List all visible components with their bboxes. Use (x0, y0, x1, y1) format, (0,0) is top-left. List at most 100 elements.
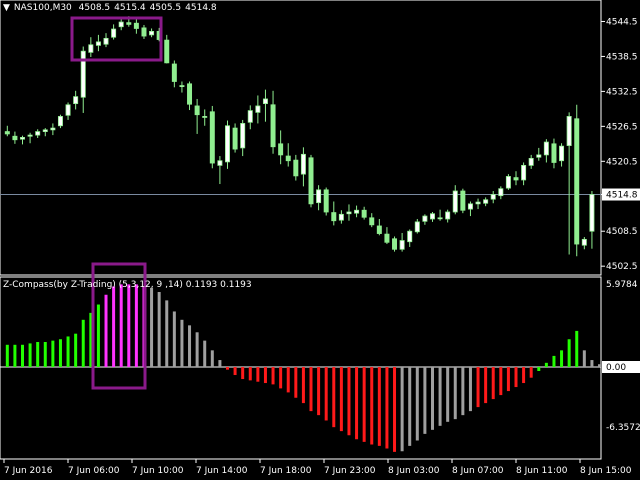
candle-body (300, 153, 306, 175)
candle-body (4, 131, 10, 135)
candle-body (95, 41, 101, 46)
time-tick-label: 7 Jun 10:00 (132, 466, 184, 476)
candle-body (179, 85, 185, 87)
candle-body (361, 209, 367, 218)
candle-body (551, 143, 557, 163)
candle-body (559, 145, 565, 162)
indicator-tick-label: -6.3572 (606, 423, 640, 433)
candle-body (240, 123, 246, 149)
candle-body (414, 221, 420, 233)
candle-body (369, 217, 375, 226)
candle-body (460, 190, 466, 211)
candle-body (521, 164, 527, 181)
candle-body (217, 160, 223, 166)
time-tick-label: 8 Jun 07:00 (452, 466, 504, 476)
candle-body (232, 127, 238, 150)
candle-body (399, 240, 405, 250)
candle-body (80, 50, 86, 98)
candle-body (27, 134, 33, 137)
candle-body (65, 104, 71, 116)
indicator-axis[interactable]: 5.9784 0.00 -6.3572 (602, 280, 640, 433)
price-tick-label: 4514.8 (606, 191, 638, 201)
candle-body (581, 238, 587, 246)
chart-header: ▼ NAS100,M30 4508.5 4515.4 4505.5 4514.8 (3, 3, 221, 13)
candle-body (543, 141, 549, 156)
candle-body (566, 116, 572, 146)
candle-body (513, 177, 519, 181)
candle-body (57, 116, 63, 127)
candle-body (73, 96, 79, 105)
candle-body (528, 157, 534, 166)
candle-body (354, 209, 360, 214)
candle-body (50, 127, 56, 131)
candle-body (490, 194, 496, 200)
candle-body (141, 27, 147, 37)
candle-body (483, 199, 489, 204)
candle-body (505, 176, 511, 189)
candle-body (35, 131, 41, 136)
candle-body (255, 105, 261, 113)
time-tick-label: 8 Jun 03:00 (388, 466, 440, 476)
candle-body (270, 104, 276, 148)
candle-body (111, 28, 117, 38)
price-tick-label: 4532.5 (606, 87, 638, 97)
candle-body (498, 188, 504, 197)
candle-body (149, 30, 155, 36)
candle-body (331, 212, 337, 222)
candle-body (437, 217, 443, 220)
candle-body (103, 37, 109, 45)
candle-body (247, 110, 253, 123)
candle-body (278, 143, 284, 156)
ohlc-high: 4515.4 (114, 3, 146, 13)
candle-body (209, 111, 215, 164)
candle-body (187, 83, 193, 105)
candle-body (42, 129, 48, 132)
candle-body (475, 201, 481, 205)
indicator-frame (0, 276, 602, 460)
candle-body (262, 98, 268, 105)
candle-body (20, 137, 25, 140)
price-tick-label: 4538.5 (606, 52, 638, 62)
candle-body (118, 21, 124, 28)
ohlc-open: 4508.5 (78, 3, 111, 13)
indicator-label: Z-Compass(by Z-Trading) (5,3,12, 9 ,14) … (3, 280, 252, 290)
price-tick-label: 4544.5 (606, 17, 638, 27)
candle-body (392, 238, 398, 250)
candle-body (574, 118, 580, 245)
main-chart-frame (0, 0, 602, 276)
candle-body (316, 189, 322, 204)
candle-body (308, 157, 314, 205)
candle-body (133, 22, 139, 29)
time-tick-label: 7 Jun 18:00 (260, 466, 312, 476)
time-tick-label: 8 Jun 11:00 (516, 466, 568, 476)
candle-body (452, 190, 458, 213)
candle-body (429, 213, 435, 220)
time-tick-label: 7 Jun 23:00 (324, 466, 376, 476)
candlestick-series (4, 16, 595, 257)
time-tick-label: 7 Jun 14:00 (196, 466, 248, 476)
candle-body (225, 125, 230, 163)
price-tick-label: 4508.5 (606, 227, 638, 237)
candle-body (467, 203, 473, 210)
candle-body (126, 22, 132, 25)
candle-body (12, 135, 18, 141)
candle-body (194, 105, 200, 116)
candle-body (285, 155, 291, 162)
time-axis[interactable]: 7 Jun 2016 7 Jun 06:00 7 Jun 10:00 7 Jun 14… (3, 459, 632, 476)
dropdown-arrow-icon[interactable]: ▼ (3, 3, 10, 13)
indicator-tick-label: 5.9784 (606, 280, 638, 290)
trading-terminal-window: 4544.5 4538.5 4532.5 4526.5 4520.5 4514.8 4508… (0, 0, 640, 480)
candle-body (202, 116, 208, 118)
ohlc-low: 4505.5 (149, 3, 182, 13)
time-tick-label: 7 Jun 06:00 (68, 466, 120, 476)
symbol-timeframe: NAS100,M30 (13, 3, 72, 13)
candle-body (589, 194, 595, 232)
candle-body (346, 211, 352, 215)
candle-body (445, 211, 451, 220)
candle-body (293, 159, 299, 177)
candle-body (376, 225, 382, 234)
chart-canvas[interactable]: 4544.5 4538.5 4532.5 4526.5 4520.5 4514.8 4508… (0, 0, 640, 480)
price-tick-label: 4520.5 (606, 157, 638, 167)
candle-body (171, 63, 177, 82)
price-tick-label: 4502.5 (606, 262, 638, 272)
